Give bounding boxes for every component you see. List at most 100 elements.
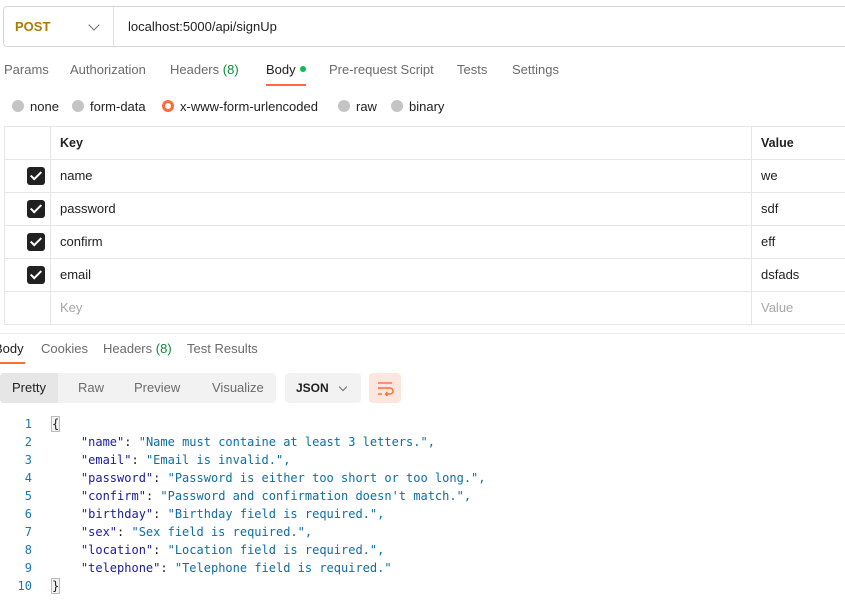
tab-response-headers[interactable]: Headers (8) — [103, 334, 172, 364]
value-cell[interactable]: eff — [751, 226, 845, 258]
line-number: 7 — [24, 525, 32, 539]
code-line: 2 "name": "Name must containe at least 3… — [0, 433, 845, 451]
table-row: confirm eff — [4, 226, 845, 259]
json-key: "password" — [80, 471, 154, 485]
code-brace: } — [50, 578, 61, 594]
wrap-lines-icon — [378, 382, 394, 397]
format-select[interactable]: JSON — [285, 373, 361, 403]
json-value: "Birthday field is required.", — [167, 507, 385, 521]
line-number: 4 — [24, 471, 32, 485]
radio-form-data[interactable]: form-data — [72, 96, 146, 116]
code-line: 10} — [0, 577, 845, 595]
format-label: JSON — [296, 381, 329, 395]
active-tab-underline — [0, 362, 25, 364]
code-line: 3 "email": "Email is invalid.", — [0, 451, 845, 469]
json-value: "Name must containe at least 3 letters."… — [138, 435, 435, 449]
column-header-key: Key — [50, 127, 751, 159]
headers-count: (8) — [222, 62, 239, 77]
value-cell[interactable]: sdf — [751, 193, 845, 225]
column-header-value: Value — [751, 127, 845, 159]
tab-settings[interactable]: Settings — [512, 56, 559, 86]
line-number: 1 — [24, 417, 32, 431]
response-tabs: Body Cookies Headers (8) Test Results — [0, 334, 845, 364]
row-checkbox[interactable] — [27, 200, 45, 218]
body-indicator-dot — [299, 66, 306, 72]
wrap-lines-button[interactable] — [369, 373, 401, 403]
tab-test-results[interactable]: Test Results — [187, 334, 258, 364]
line-number: 10 — [17, 579, 32, 593]
tab-authorization[interactable]: Authorization — [70, 56, 146, 86]
response-body-code: 1{ 2 "name": "Name must containe at leas… — [0, 415, 845, 595]
code-line: 5 "confirm": "Password and confirmation … — [0, 487, 845, 505]
table-row: password sdf — [4, 193, 845, 226]
json-value: "Sex field is required.", — [131, 525, 313, 539]
row-checkbox[interactable] — [27, 266, 45, 284]
table-row-empty: Key Value — [4, 292, 845, 325]
url-input[interactable]: localhost:5000/api/signUp — [114, 19, 277, 34]
code-line: 1{ — [0, 415, 845, 433]
radio-x-www-form-urlencoded[interactable]: x-www-form-urlencoded — [162, 96, 318, 116]
json-value: "Telephone field is required." — [174, 561, 392, 575]
active-tab-underline — [266, 84, 306, 86]
json-value: "Email is invalid.", — [145, 453, 291, 467]
tab-cookies[interactable]: Cookies — [41, 334, 88, 364]
code-line: 7 "sex": "Sex field is required.", — [0, 523, 845, 541]
value-input[interactable]: Value — [751, 292, 845, 324]
params-table: Key Value name we password sdf confirm e… — [4, 126, 845, 325]
chevron-down-icon — [338, 382, 348, 392]
table-row: email dsfads — [4, 259, 845, 292]
key-input[interactable]: Key — [50, 292, 751, 324]
tab-response-body[interactable]: Body — [0, 334, 24, 364]
key-cell[interactable]: name — [50, 160, 751, 192]
url-bar: POST localhost:5000/api/signUp — [3, 6, 845, 47]
tab-headers[interactable]: Headers (8) — [170, 56, 239, 86]
radio-none[interactable]: none — [12, 96, 59, 116]
line-number: 9 — [24, 561, 32, 575]
row-checkbox[interactable] — [27, 167, 45, 185]
table-row: name we — [4, 160, 845, 193]
method-select[interactable]: POST — [4, 7, 114, 46]
view-mode-selector: Pretty Raw Preview Visualize — [0, 373, 276, 403]
key-cell[interactable]: confirm — [50, 226, 751, 258]
radio-raw[interactable]: raw — [338, 96, 377, 116]
table-header-row: Key Value — [4, 127, 845, 160]
json-key: "location" — [80, 543, 154, 557]
json-key: "sex" — [80, 525, 118, 539]
row-checkbox[interactable] — [27, 233, 45, 251]
radio-circle — [338, 100, 350, 112]
json-key: "confirm" — [80, 489, 146, 503]
json-key: "birthday" — [80, 507, 154, 521]
view-preview[interactable]: Preview — [134, 373, 180, 403]
key-cell[interactable]: password — [50, 193, 751, 225]
code-line: 4 "password": "Password is either too sh… — [0, 469, 845, 487]
line-number: 2 — [24, 435, 32, 449]
json-key: "telephone" — [80, 561, 161, 575]
code-line: 6 "birthday": "Birthday field is require… — [0, 505, 845, 523]
json-value: "Password and confirmation doesn't match… — [160, 489, 472, 503]
tab-params[interactable]: Params — [4, 56, 49, 86]
tab-tests[interactable]: Tests — [457, 56, 487, 86]
value-cell[interactable]: dsfads — [751, 259, 845, 291]
method-label: POST — [15, 19, 51, 34]
radio-circle-selected — [162, 100, 174, 112]
radio-binary[interactable]: binary — [391, 96, 444, 116]
line-number: 6 — [24, 507, 32, 521]
code-line: 8 "location": "Location field is require… — [0, 541, 845, 559]
value-cell[interactable]: we — [751, 160, 845, 192]
radio-circle — [12, 100, 24, 112]
code-line: 9 "telephone": "Telephone field is requi… — [0, 559, 845, 577]
radio-circle — [391, 100, 403, 112]
view-visualize[interactable]: Visualize — [212, 373, 264, 403]
line-number: 5 — [24, 489, 32, 503]
tab-pre-request-script[interactable]: Pre-request Script — [329, 56, 434, 86]
chevron-down-icon — [88, 19, 100, 31]
body-type-selector: none form-data x-www-form-urlencoded raw… — [0, 96, 845, 116]
tab-body[interactable]: Body — [266, 56, 306, 86]
view-raw[interactable]: Raw — [78, 373, 104, 403]
view-pretty[interactable]: Pretty — [0, 373, 58, 403]
json-value: "Location field is required.", — [167, 543, 385, 557]
radio-circle — [72, 100, 84, 112]
code-brace: { — [50, 416, 61, 432]
key-cell[interactable]: email — [50, 259, 751, 291]
line-number: 3 — [24, 453, 32, 467]
